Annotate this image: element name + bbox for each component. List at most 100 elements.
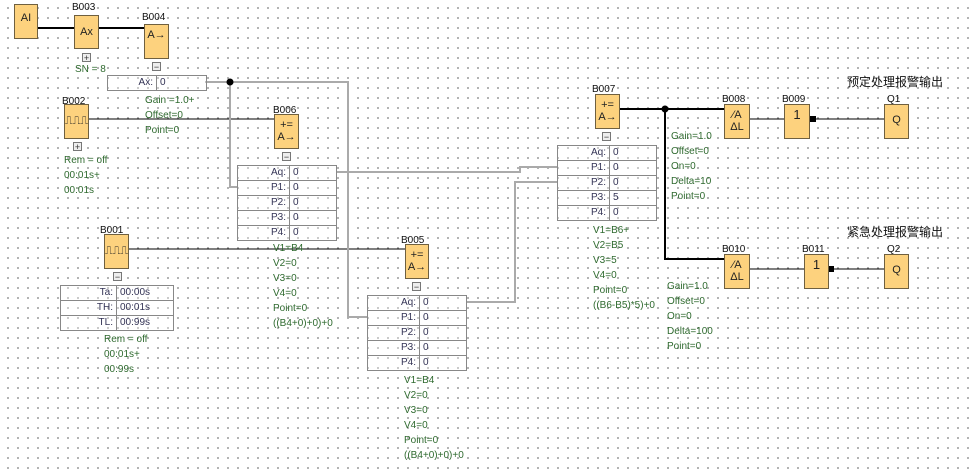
param-value[interactable]: 00:99s <box>117 316 150 330</box>
param-text: V1=B6+ <box>593 225 630 236</box>
negation-dot <box>810 116 816 122</box>
collapse-icon[interactable]: − <box>113 272 122 282</box>
param-text: Offset=0 <box>145 110 183 121</box>
param-value[interactable]: 0 <box>157 76 166 90</box>
param-row: P1: 0 <box>368 311 466 326</box>
param-text: Gain=1.0 <box>667 281 708 292</box>
q1-output-block[interactable]: Q <box>884 104 909 139</box>
param-value[interactable]: 0 <box>610 206 619 220</box>
param-row: Ta: 00:00s <box>61 286 173 301</box>
collapse-icon[interactable]: − <box>602 132 611 142</box>
param-key: P3: <box>558 191 610 205</box>
param-key: P2: <box>238 196 290 210</box>
param-text: V4=0 <box>593 270 617 281</box>
b008-threshold-block[interactable]: ⁄A ΔL <box>724 104 750 139</box>
b011-not-block[interactable]: 1 <box>804 254 829 289</box>
param-text: 00:01s <box>64 185 95 196</box>
param-value[interactable]: 0 <box>290 196 299 210</box>
b005-param-table: Aq: 0 P1: 0 P2: 0 P3: 0 P4: 0 <box>367 295 467 371</box>
b001-pulse-block[interactable]: ⎍⎍⎍ <box>104 234 129 269</box>
param-key: P2: <box>558 176 610 190</box>
junction-dot <box>661 105 669 113</box>
param-text: 00:01s+ <box>64 170 100 181</box>
param-value[interactable]: 0 <box>290 211 299 225</box>
param-value[interactable]: 0 <box>420 296 429 310</box>
param-text: ((B4+0)+0)+0 <box>404 450 464 461</box>
param-text: V1=B4 <box>404 375 435 386</box>
diagram-canvas[interactable]: 预定处理报警输出 紧急处理报警输出 AI B003 Ax + SN = 8 B0… <box>0 0 969 470</box>
param-text: ((B4+0)+0)+0 <box>273 318 333 329</box>
param-text: Gain =1.0+ <box>145 95 195 106</box>
param-value[interactable]: 0 <box>420 356 429 370</box>
connections <box>37 27 884 318</box>
param-text: V4=0 <box>273 288 297 299</box>
param-value[interactable]: 0 <box>420 311 429 325</box>
param-value[interactable]: 0 <box>290 166 299 180</box>
b002-pulse-block[interactable]: ⎍⎍⎍ <box>64 104 89 139</box>
param-value[interactable]: 0 <box>610 146 619 160</box>
param-text: V3=5 <box>593 255 617 266</box>
b001-param-table: Ta: 00:00s TH: 00:01s TL: 00:99s <box>60 285 174 331</box>
param-key: TL: <box>61 316 117 330</box>
b006-math-block[interactable]: += A→ <box>274 114 299 149</box>
param-text: Point=0 <box>404 435 439 446</box>
param-text: V2=B5 <box>593 240 624 251</box>
param-value[interactable]: 0 <box>610 176 619 190</box>
collapse-icon[interactable]: − <box>412 282 421 292</box>
param-row: P3: 5 <box>558 191 656 206</box>
expand-icon[interactable]: + <box>73 142 82 152</box>
param-key: Ta: <box>61 286 117 300</box>
collapse-icon[interactable]: − <box>282 152 291 162</box>
param-row: Aq: 0 <box>368 296 466 311</box>
param-text: Rem = off <box>104 334 148 345</box>
param-value[interactable]: 00:00s <box>117 286 150 300</box>
param-text: Rem = off <box>64 155 108 166</box>
param-value[interactable]: 0 <box>290 181 299 195</box>
param-text: V1=B4 <box>273 243 304 254</box>
param-key: P1: <box>368 311 420 325</box>
b004-block[interactable]: A→ <box>144 24 169 59</box>
param-text: Point=0 <box>273 303 308 314</box>
param-key: Aq: <box>558 146 610 160</box>
param-text: Point=0 <box>667 341 702 352</box>
expand-icon[interactable]: + <box>82 53 91 63</box>
analog-input-block[interactable]: AI <box>14 4 38 39</box>
param-text: Point=0 <box>593 285 628 296</box>
block-label: B004 <box>142 12 166 23</box>
b003-block[interactable]: Ax <box>74 15 99 49</box>
param-row: P4: 0 <box>238 226 336 240</box>
param-text: 00:99s <box>104 364 135 375</box>
param-row: Aq: 0 <box>558 146 656 161</box>
param-value[interactable]: 0 <box>420 341 429 355</box>
param-text: On=0 <box>671 161 696 172</box>
b009-not-block[interactable]: 1 <box>784 104 810 139</box>
b005-math-block[interactable]: += A→ <box>405 244 429 279</box>
param-text: Delta=100 <box>667 326 713 337</box>
collapse-icon[interactable]: − <box>152 62 161 72</box>
param-value[interactable]: 5 <box>610 191 619 205</box>
q2-output-block[interactable]: Q <box>884 254 909 289</box>
param-value[interactable]: 0 <box>610 161 619 175</box>
param-key: Ax: <box>108 76 157 90</box>
b010-threshold-block[interactable]: ⁄A ΔL <box>724 254 750 289</box>
wire-b005-b007 <box>467 181 557 303</box>
param-key: P4: <box>238 226 290 240</box>
param-value[interactable]: 00:01s <box>117 301 150 315</box>
param-value[interactable]: 0 <box>420 326 429 340</box>
b007-math-block[interactable]: += A→ <box>595 94 620 129</box>
b004-param-table: Ax: 0 <box>107 75 207 91</box>
param-key: Aq: <box>368 296 420 310</box>
param-key: P3: <box>368 341 420 355</box>
param-row: TL: 00:99s <box>61 316 173 330</box>
param-row: P2: 0 <box>368 326 466 341</box>
param-text: On=0 <box>667 311 692 322</box>
param-row: P2: 0 <box>238 196 336 211</box>
param-row: TH: 00:01s <box>61 301 173 316</box>
param-text: Offset=0 <box>667 296 705 307</box>
pulse-icon: ⎍⎍⎍ <box>65 115 89 127</box>
junction-dot <box>226 78 234 86</box>
param-text: SN = 8 <box>75 64 106 75</box>
wire-b006-b007 <box>337 166 557 173</box>
wire-b004-b006 <box>229 82 237 188</box>
param-value[interactable]: 0 <box>290 226 299 240</box>
